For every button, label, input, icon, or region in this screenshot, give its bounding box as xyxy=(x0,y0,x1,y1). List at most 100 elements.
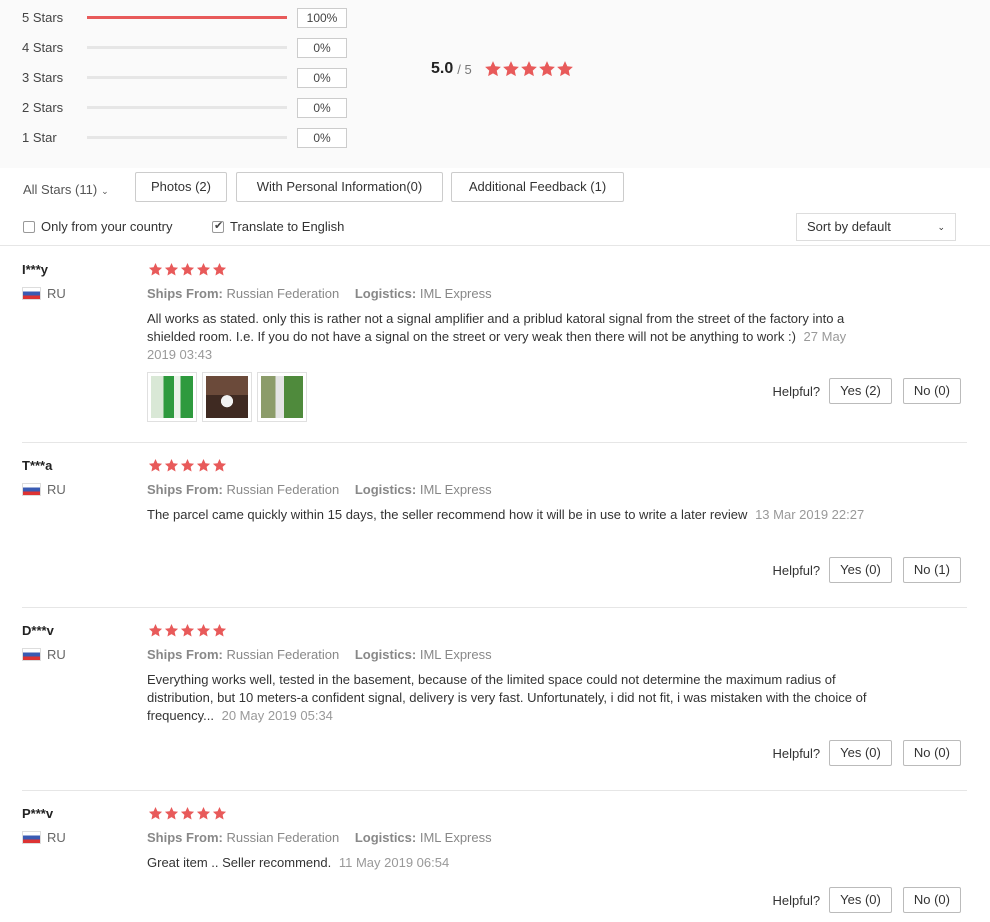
rating-bar xyxy=(87,106,287,109)
helpful-no-button[interactable]: No (1) xyxy=(902,557,961,583)
helpful-yes-button[interactable]: Yes (0) xyxy=(829,887,892,913)
review-stars xyxy=(148,806,228,821)
reviewer-country: RU xyxy=(22,482,66,497)
only-country-label: Only from your country xyxy=(41,219,173,234)
checkbox-box[interactable] xyxy=(23,220,35,233)
ships-from-value: Russian Federation xyxy=(226,482,340,497)
rating-row-label: 3 Stars xyxy=(22,70,64,85)
star-icon xyxy=(196,806,211,820)
review-text: All works as stated. only this is rather… xyxy=(147,310,872,364)
star-icon xyxy=(164,458,179,472)
additional-feedback-filter-button[interactable]: Additional Feedback (1) xyxy=(451,172,624,202)
helpful-vote: Helpful? Yes (0) No (1) xyxy=(772,557,961,583)
country-code: RU xyxy=(47,647,66,662)
reviewer-name: D***v xyxy=(22,623,54,638)
star-icon xyxy=(180,458,195,472)
rating-summary: 5 Stars 100% 4 Stars 0% 3 Stars 0% 2 Sta… xyxy=(0,0,990,168)
review-body: Great item .. Seller recommend. xyxy=(147,855,332,870)
ships-from-label: Ships From: xyxy=(147,286,223,301)
rating-row-1[interactable]: 1 Star 0% xyxy=(22,128,362,148)
rating-percent: 0% xyxy=(297,68,347,88)
logistics-value: IML Express xyxy=(419,647,492,662)
average-stars xyxy=(484,60,574,78)
rating-bar-fill xyxy=(87,16,287,19)
country-code: RU xyxy=(47,286,66,301)
rating-percent: 0% xyxy=(297,98,347,118)
sort-select[interactable]: Sort by default ⌄ xyxy=(796,213,956,241)
star-icon xyxy=(148,623,163,637)
review-divider xyxy=(22,607,967,608)
review-stars xyxy=(148,623,228,638)
review-date: 20 May 2019 05:34 xyxy=(221,708,333,723)
review-photo-3 xyxy=(261,376,303,418)
review-photo-thumbnail[interactable] xyxy=(202,372,252,422)
review-divider xyxy=(22,442,967,443)
star-icon xyxy=(212,806,227,820)
review-text: Everything works well, tested in the bas… xyxy=(147,671,872,725)
all-stars-dropdown[interactable]: All Stars (11) ⌄ xyxy=(23,182,109,197)
rating-row-5[interactable]: 5 Stars 100% xyxy=(22,8,362,28)
rating-percent: 100% xyxy=(297,8,347,28)
russia-flag-icon xyxy=(22,648,41,661)
all-stars-label: All Stars (11) xyxy=(23,182,98,197)
review-photo-thumbnail[interactable] xyxy=(257,372,307,422)
helpful-yes-button[interactable]: Yes (0) xyxy=(829,740,892,766)
reviewer-country: RU xyxy=(22,647,66,662)
review-item: D***v RU Ships From: Russian Federation … xyxy=(22,623,967,791)
average-max: / 5 xyxy=(457,61,472,77)
average-rating: 5.0 / 5 xyxy=(431,60,574,78)
star-icon xyxy=(212,458,227,472)
review-date: 13 Mar 2019 22:27 xyxy=(755,507,865,522)
chevron-down-icon: ⌄ xyxy=(101,186,109,196)
only-country-checkbox[interactable]: Only from your country xyxy=(23,219,173,234)
rating-row-label: 4 Stars xyxy=(22,40,64,55)
personal-info-filter-button[interactable]: With Personal Information(0) xyxy=(236,172,443,202)
average-score: 5.0 xyxy=(431,60,454,77)
rating-bar xyxy=(87,46,287,49)
review-meta: Ships From: Russian Federation Logistics… xyxy=(147,286,492,301)
helpful-label: Helpful? xyxy=(772,745,821,761)
review-meta: Ships From: Russian Federation Logistics… xyxy=(147,482,492,497)
star-icon xyxy=(556,61,573,77)
chevron-down-icon: ⌄ xyxy=(937,222,945,232)
review-meta: Ships From: Russian Federation Logistics… xyxy=(147,830,492,845)
ships-from-label: Ships From: xyxy=(147,830,223,845)
reviewer-name: I***y xyxy=(22,262,49,277)
star-icon xyxy=(164,806,179,820)
reviewer-name: P***v xyxy=(22,806,54,821)
ships-from-value: Russian Federation xyxy=(226,830,340,845)
star-icon xyxy=(196,623,211,637)
review-photo-2 xyxy=(206,376,248,418)
helpful-yes-button[interactable]: Yes (0) xyxy=(829,557,892,583)
rating-row-4[interactable]: 4 Stars 0% xyxy=(22,38,362,58)
helpful-no-button[interactable]: No (0) xyxy=(902,378,961,404)
helpful-no-button[interactable]: No (0) xyxy=(902,740,961,766)
review-stars xyxy=(148,262,228,277)
rating-percent: 0% xyxy=(297,38,347,58)
logistics-value: IML Express xyxy=(419,286,492,301)
reviewer-name: T***a xyxy=(22,458,53,473)
photos-filter-button[interactable]: Photos (2) xyxy=(135,172,227,202)
logistics-value: IML Express xyxy=(419,830,492,845)
sort-label: Sort by default xyxy=(807,219,891,234)
helpful-label: Helpful? xyxy=(772,892,821,908)
star-icon xyxy=(196,262,211,276)
review-photo-1 xyxy=(151,376,193,418)
review-photos xyxy=(147,372,312,422)
helpful-yes-button[interactable]: Yes (2) xyxy=(829,378,892,404)
rating-bar xyxy=(87,16,287,19)
review-photo-thumbnail[interactable] xyxy=(147,372,197,422)
star-icon xyxy=(164,623,179,637)
checkbox-box-checked[interactable] xyxy=(212,219,224,233)
translate-checkbox[interactable]: Translate to English xyxy=(212,219,344,234)
review-body: All works as stated. only this is rather… xyxy=(147,311,845,344)
rating-row-label: 5 Stars xyxy=(22,10,64,25)
rating-row-3[interactable]: 3 Stars 0% xyxy=(22,68,362,88)
helpful-vote: Helpful? Yes (0) No (0) xyxy=(772,740,961,766)
helpful-no-button[interactable]: No (0) xyxy=(902,887,961,913)
helpful-vote: Helpful? Yes (0) No (0) xyxy=(772,887,961,913)
star-icon xyxy=(538,61,555,77)
logistics-label: Logistics: xyxy=(354,286,417,301)
star-icon xyxy=(180,806,195,820)
rating-row-2[interactable]: 2 Stars 0% xyxy=(22,98,362,118)
